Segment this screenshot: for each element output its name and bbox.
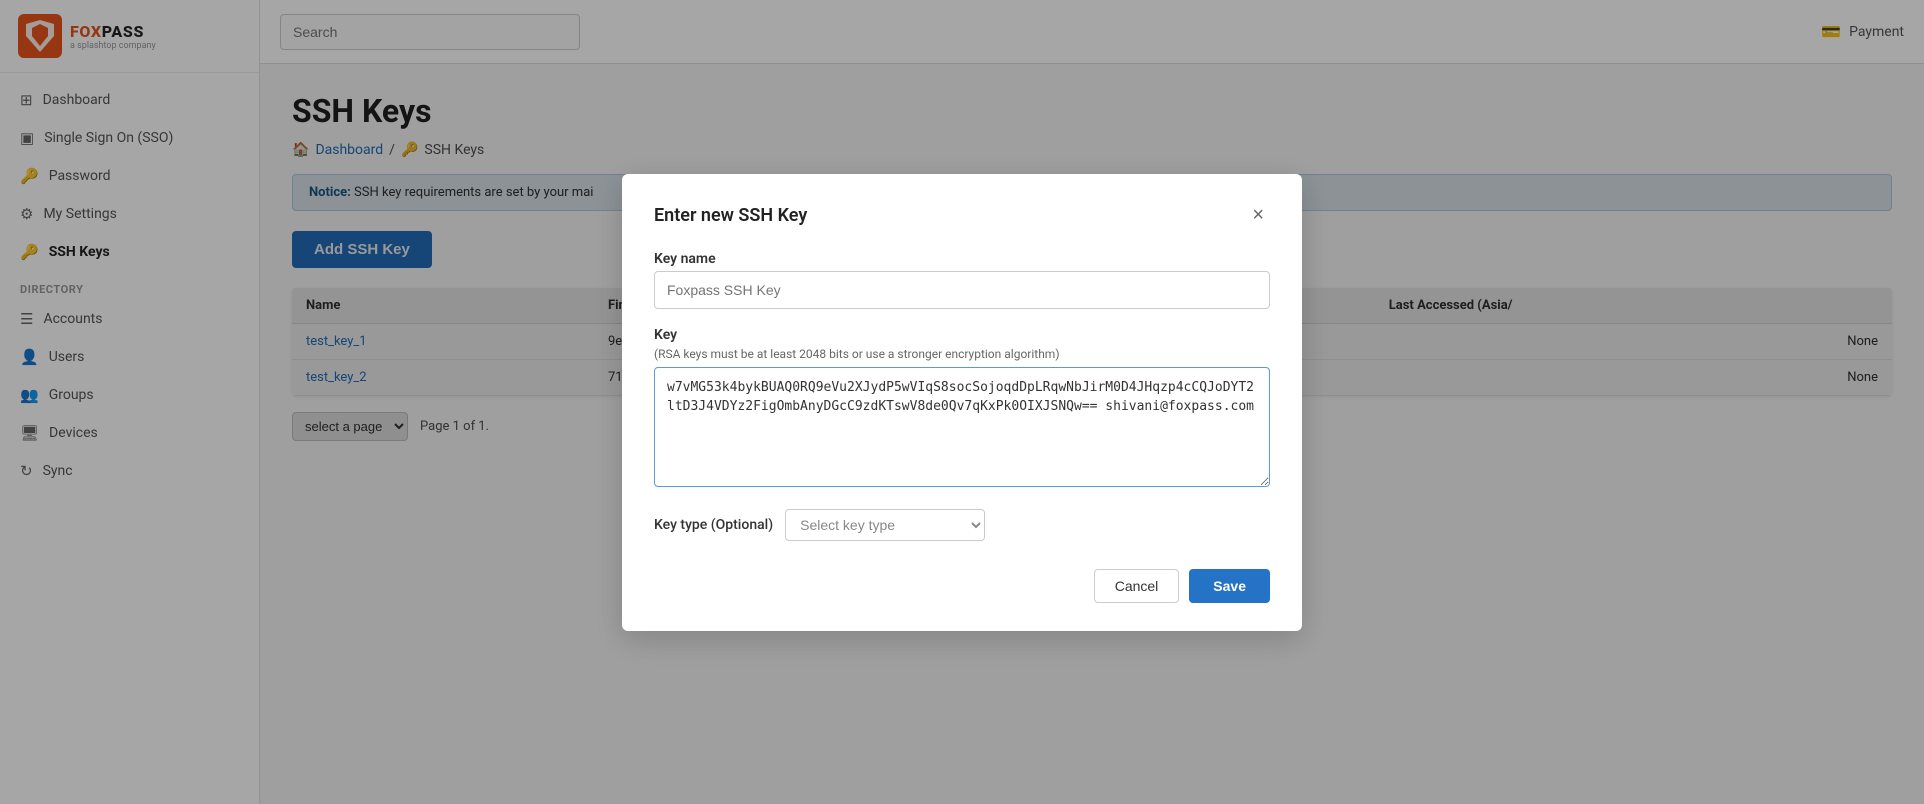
modal-close-button[interactable]: ×	[1246, 202, 1270, 229]
key-name-input[interactable]	[654, 271, 1270, 309]
modal-footer: Cancel Save	[654, 569, 1270, 603]
key-type-label: Key type (Optional)	[654, 517, 773, 533]
cancel-button[interactable]: Cancel	[1094, 569, 1180, 603]
key-type-row: Key type (Optional) Select key type	[654, 509, 1270, 541]
save-button[interactable]: Save	[1189, 569, 1270, 603]
modal-overlay: Enter new SSH Key × Key name Key (RSA ke…	[0, 0, 1924, 804]
key-textarea[interactable]: w7vMG53k4bykBUAQ0RQ9eVu2XJydP5wVIqS8socS…	[654, 367, 1270, 487]
key-sublabel: (RSA keys must be at least 2048 bits or …	[654, 347, 1270, 361]
modal-dialog: Enter new SSH Key × Key name Key (RSA ke…	[622, 174, 1302, 631]
key-name-label: Key name	[654, 251, 1270, 267]
modal-header: Enter new SSH Key ×	[654, 202, 1270, 229]
key-name-group: Key name	[654, 251, 1270, 309]
modal-title: Enter new SSH Key	[654, 205, 807, 226]
key-label: Key	[654, 327, 1270, 343]
key-type-select[interactable]: Select key type	[785, 509, 985, 541]
key-group: Key (RSA keys must be at least 2048 bits…	[654, 327, 1270, 491]
